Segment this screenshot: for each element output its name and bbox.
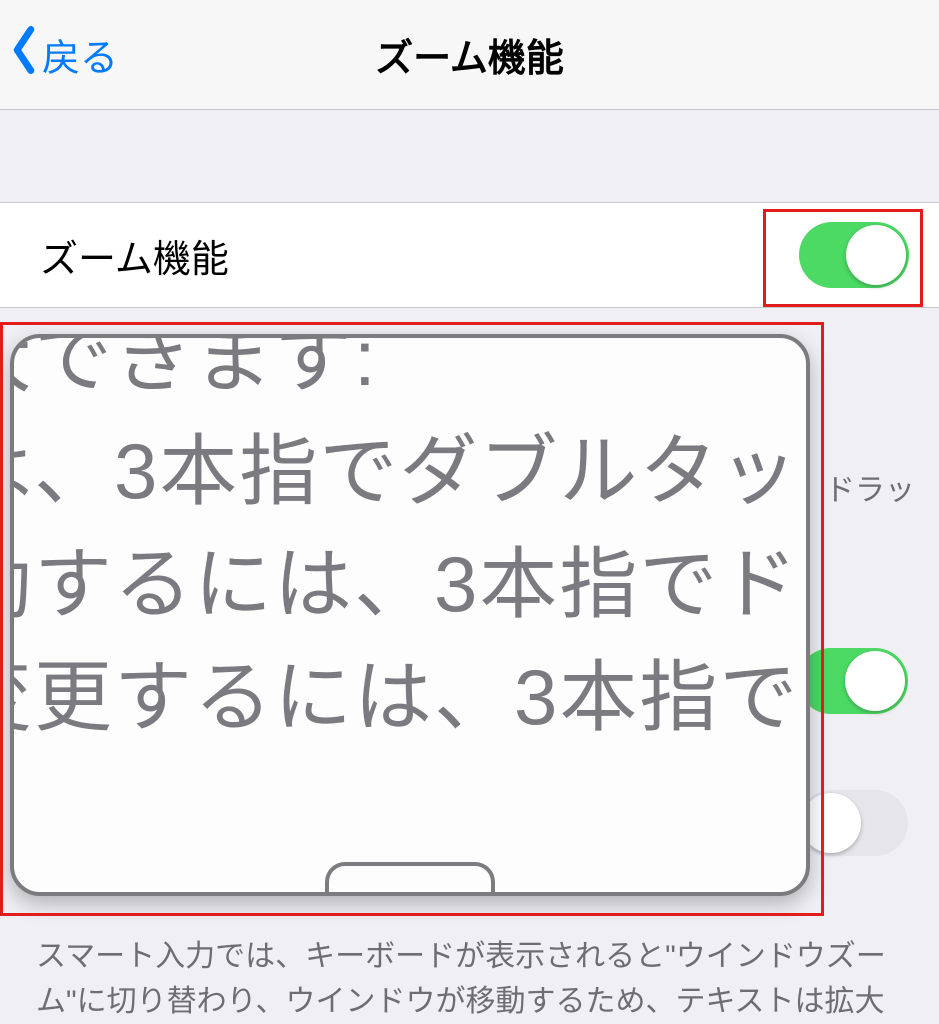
back-button[interactable]: 戻る [10,26,118,84]
zoom-lens-handle[interactable] [325,862,495,896]
row3-toggle[interactable] [798,790,908,856]
row-zoom-label: ズーム機能 [40,228,229,283]
nav-header: 戻る ズーム機能 [0,0,939,110]
zoom-toggle[interactable] [799,222,909,288]
zoom-lens-window[interactable]: 大できます: は、3本指でダブルタッ 動するには、3本指でド 変更するには、3本… [10,334,810,896]
footer-description: スマート入力では、キーボードが表示されると"ウインドウズーム"に切り替わり、ウイ… [0,920,939,1024]
page-title: ズーム機能 [0,27,939,82]
chevron-left-icon [10,26,42,84]
row2-toggle[interactable] [798,648,908,714]
back-label: 戻る [42,27,118,82]
row-zoom: ズーム機能 [0,202,939,308]
zoom-lens-content: 大できます: は、3本指でダブルタッ 動するには、3本指でド 変更するには、3本… [10,334,810,754]
section-spacer [0,110,939,202]
background-text-fragment: ドラッ [825,468,915,513]
